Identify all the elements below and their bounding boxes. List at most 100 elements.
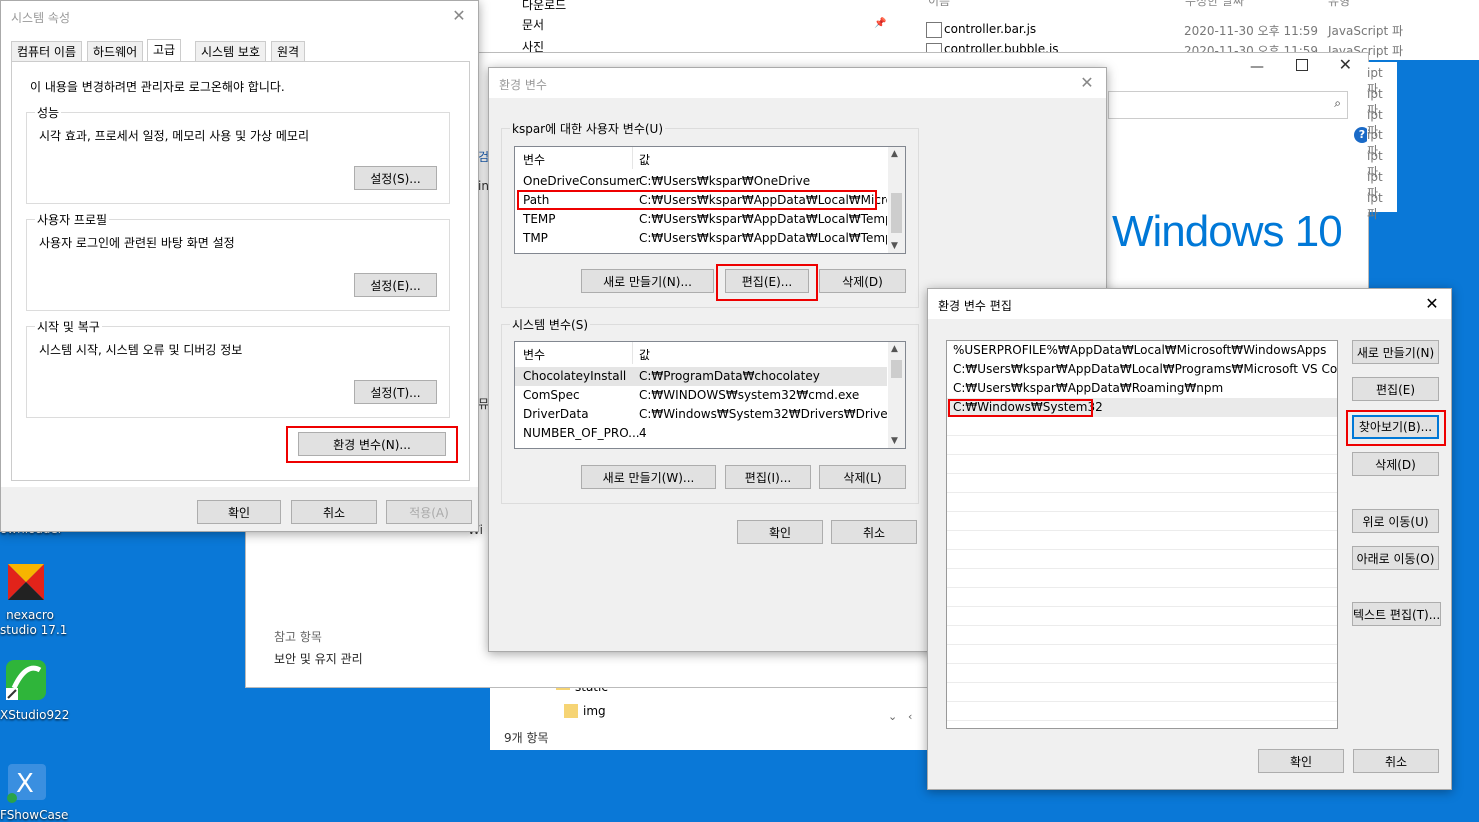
system-edit-button[interactable]: 편집(I)...	[725, 465, 811, 489]
highlight-box	[716, 264, 818, 301]
list-item[interactable]: NUMBER_OF_PRO... 4	[515, 424, 887, 443]
group-label: 시작 및 복구	[35, 318, 102, 335]
group-label: kspar에 대한 사용자 변수(U)	[510, 120, 666, 137]
group-label: 사용자 프로필	[35, 211, 110, 228]
col-header-variable[interactable]: 변수	[523, 151, 545, 168]
folder-icon	[564, 704, 578, 718]
svg-text:X: X	[16, 769, 34, 799]
scroll-up-icon[interactable]: ▲	[891, 344, 898, 354]
var-value: C:₩WINDOWS₩system32₩cmd.exe	[639, 388, 860, 402]
highlight-box	[286, 426, 458, 463]
close-icon[interactable]: ✕	[1421, 293, 1443, 315]
var-name: TEMP	[523, 212, 556, 226]
list-item[interactable]: TEMP C:₩Users₩kspar₩AppData₩Local₩Temp	[515, 210, 887, 229]
list-item[interactable]: OneDriveConsumer C:₩Users₩kspar₩OneDrive	[515, 172, 887, 191]
scroll-down-icon[interactable]: ⌄	[888, 710, 897, 723]
highlight-box	[948, 399, 1093, 417]
close-icon[interactable]: ✕	[448, 5, 470, 27]
scroll-thumb[interactable]	[891, 360, 902, 378]
minimize-icon[interactable]: —	[1250, 59, 1264, 75]
group-desc: 시스템 시작, 시스템 오류 및 디버깅 정보	[39, 343, 243, 357]
dialog-title: 환경 변수 편집	[938, 299, 1012, 313]
tab-computer-name[interactable]: 컴퓨터 이름	[11, 41, 83, 62]
tab-remote[interactable]: 원격	[271, 41, 306, 62]
scrollbar[interactable]: ▲ ▼	[888, 342, 905, 448]
showcase-icon[interactable]: X	[6, 760, 50, 804]
file-name[interactable]: controller.bar.js	[944, 22, 1036, 36]
titlebar: 환경 변수 편집 ✕	[928, 289, 1451, 319]
ok-button[interactable]: 확인	[737, 520, 823, 544]
scroll-up-icon[interactable]: ▲	[891, 149, 898, 159]
type-fragment: ipt 파	[1367, 191, 1383, 221]
xstudio-label[interactable]: XStudio922	[0, 708, 69, 722]
cancel-button[interactable]: 취소	[831, 520, 917, 544]
tab-advanced[interactable]: 고급	[147, 39, 182, 63]
user-profile-group: 사용자 프로필 사용자 로그인에 관련된 바탕 화면 설정 설정(E)...	[26, 211, 450, 311]
system-variables-list[interactable]: 변수 값 ChocolateyInstall C:₩ProgramData₩ch…	[514, 341, 906, 449]
tree-item-img[interactable]: img	[583, 704, 606, 718]
ok-button[interactable]: 확인	[1258, 749, 1344, 773]
list-item[interactable]: DriverData C:₩Windows₩System32₩Drivers₩D…	[515, 405, 887, 424]
system-delete-button[interactable]: 삭제(L)	[819, 465, 906, 489]
user-variables-list[interactable]: 변수 값 OneDriveConsumer C:₩Users₩kspar₩One…	[514, 146, 906, 254]
new-button[interactable]: 새로 만들기(N)	[1352, 340, 1439, 364]
scrollbar[interactable]: ▲ ▼	[888, 147, 905, 253]
move-up-button[interactable]: 위로 이동(U)	[1352, 509, 1439, 533]
close-icon[interactable]: ✕	[1339, 55, 1352, 74]
scroll-down-icon[interactable]: ▼	[891, 241, 898, 251]
path-entries-list[interactable]: %USERPROFILE%₩AppData₩Local₩Microsoft₩Wi…	[946, 340, 1338, 729]
maximize-icon[interactable]	[1296, 59, 1308, 71]
user-delete-button[interactable]: 삭제(D)	[819, 269, 906, 293]
tab-system-protection[interactable]: 시스템 보호	[195, 41, 267, 62]
apply-button[interactable]: 적용(A)	[386, 500, 472, 524]
user-new-button[interactable]: 새로 만들기(N)...	[581, 269, 714, 293]
xstudio-icon[interactable]	[4, 658, 48, 702]
path-entry: %USERPROFILE%₩AppData₩Local₩Microsoft₩Wi…	[953, 343, 1327, 357]
tab-hardware[interactable]: 하드웨어	[87, 41, 144, 62]
nav-item[interactable]: 다운로드	[522, 0, 566, 13]
startup-settings-button[interactable]: 설정(T)...	[354, 380, 437, 404]
move-down-button[interactable]: 아래로 이동(O)	[1352, 546, 1439, 570]
edit-button[interactable]: 편집(E)	[1352, 377, 1439, 401]
admin-note: 이 내용을 변경하려면 관리자로 로그온해야 합니다.	[30, 80, 285, 94]
delete-button[interactable]: 삭제(D)	[1352, 452, 1439, 476]
cancel-button[interactable]: 취소	[1353, 749, 1439, 773]
var-name: ComSpec	[523, 388, 580, 402]
showcase-label[interactable]: FShowCase	[0, 808, 68, 822]
ok-button[interactable]: 확인	[197, 500, 281, 524]
search-box[interactable]: ⌕	[1108, 91, 1348, 119]
performance-settings-button[interactable]: 설정(S)...	[354, 166, 437, 190]
cancel-button[interactable]: 취소	[291, 500, 377, 524]
security-maintenance-link[interactable]: 보안 및 유지 관리	[274, 650, 363, 667]
path-entry: C:₩Users₩kspar₩AppData₩Local₩Programs₩Mi…	[953, 362, 1337, 376]
group-label: 시스템 변수(S)	[510, 316, 590, 333]
col-header-type[interactable]: 유형	[1328, 0, 1350, 9]
col-header-date[interactable]: 수정한 날짜	[1185, 0, 1244, 9]
edit-environment-variable-dialog: 환경 변수 편집 ✕ %USERPROFILE%₩AppData₩Local₩M…	[927, 288, 1452, 790]
scroll-thumb[interactable]	[891, 193, 902, 233]
nexacro-label[interactable]: nexacro studio 17.1	[0, 608, 67, 638]
close-icon[interactable]: ✕	[1076, 72, 1098, 94]
list-item[interactable]: %USERPROFILE%₩AppData₩Local₩Microsoft₩Wi…	[947, 341, 1337, 360]
nexacro-icon[interactable]	[4, 560, 48, 604]
text-edit-button[interactable]: 텍스트 편집(T)...	[1352, 602, 1441, 626]
list-item[interactable]: TMP C:₩Users₩kspar₩AppData₩Local₩Temp	[515, 229, 887, 248]
system-new-button[interactable]: 새로 만들기(W)...	[581, 465, 716, 489]
col-header-variable[interactable]: 변수	[523, 346, 545, 363]
var-name: OneDriveConsumer	[523, 174, 641, 188]
scroll-down-icon[interactable]: ▼	[891, 436, 898, 446]
col-header-name[interactable]: 이름	[928, 0, 950, 9]
list-item[interactable]: ComSpec C:₩WINDOWS₩system32₩cmd.exe	[515, 386, 887, 405]
list-item[interactable]: C:₩Users₩kspar₩AppData₩Local₩Programs₩Mi…	[947, 360, 1337, 379]
list-item[interactable]: C:₩Users₩kspar₩AppData₩Roaming₩npm	[947, 379, 1337, 398]
browse-button[interactable]: 찾아보기(B)...	[1352, 415, 1439, 439]
titlebar: 시스템 속성 ✕	[1, 1, 478, 31]
nav-item[interactable]: 문서	[522, 16, 544, 33]
col-header-value[interactable]: 값	[639, 151, 650, 168]
var-value: C:₩ProgramData₩chocolatey	[639, 369, 820, 383]
path-entry: C:₩Users₩kspar₩AppData₩Roaming₩npm	[953, 381, 1224, 395]
scroll-left-icon[interactable]: ‹	[908, 710, 912, 723]
col-header-value[interactable]: 값	[639, 346, 650, 363]
list-item[interactable]: ChocolateyInstall C:₩ProgramData₩chocola…	[515, 367, 887, 386]
profile-settings-button[interactable]: 설정(E)...	[354, 273, 437, 297]
